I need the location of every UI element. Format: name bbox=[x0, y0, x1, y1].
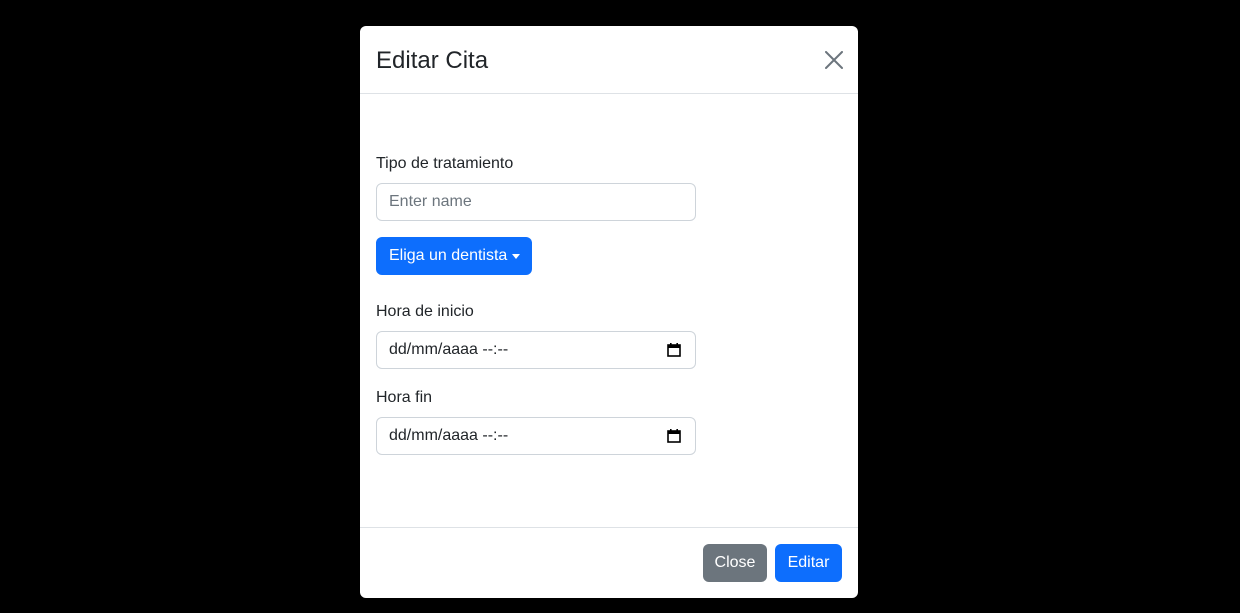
end-time-label: Hora fin bbox=[376, 389, 433, 406]
close-button[interactable] bbox=[820, 46, 848, 74]
calendar-icon[interactable] bbox=[667, 343, 681, 357]
modal-header: Editar Cita bbox=[360, 26, 858, 94]
caret-down-icon bbox=[512, 253, 521, 259]
start-time-value: dd/mm/aaaa --:-- bbox=[389, 341, 509, 358]
start-time-label: Hora de inicio bbox=[376, 303, 474, 320]
treatment-placeholder: Enter name bbox=[389, 193, 472, 210]
close-icon bbox=[825, 51, 843, 69]
end-time-value: dd/mm/aaaa --:-- bbox=[389, 427, 509, 444]
edit-appointment-modal: Editar Cita Tipo de tratamiento Enter na… bbox=[360, 26, 858, 598]
dentist-dropdown-label: Eliga un dentista bbox=[389, 247, 508, 264]
end-time-input[interactable]: dd/mm/aaaa --:-- bbox=[376, 417, 696, 455]
dentist-dropdown-button[interactable]: Eliga un dentista bbox=[376, 237, 533, 275]
modal-body: Tipo de tratamiento Enter name Eliga un … bbox=[360, 94, 858, 527]
start-time-input[interactable]: dd/mm/aaaa --:-- bbox=[376, 331, 696, 369]
treatment-label: Tipo de tratamiento bbox=[376, 155, 514, 172]
close-footer-button[interactable]: Close bbox=[703, 544, 767, 582]
calendar-icon[interactable] bbox=[667, 429, 681, 443]
modal-footer: Close Editar bbox=[360, 527, 858, 598]
edit-submit-button[interactable]: Editar bbox=[775, 544, 842, 582]
modal-title: Editar Cita bbox=[376, 47, 489, 74]
treatment-input[interactable]: Enter name bbox=[376, 183, 696, 221]
